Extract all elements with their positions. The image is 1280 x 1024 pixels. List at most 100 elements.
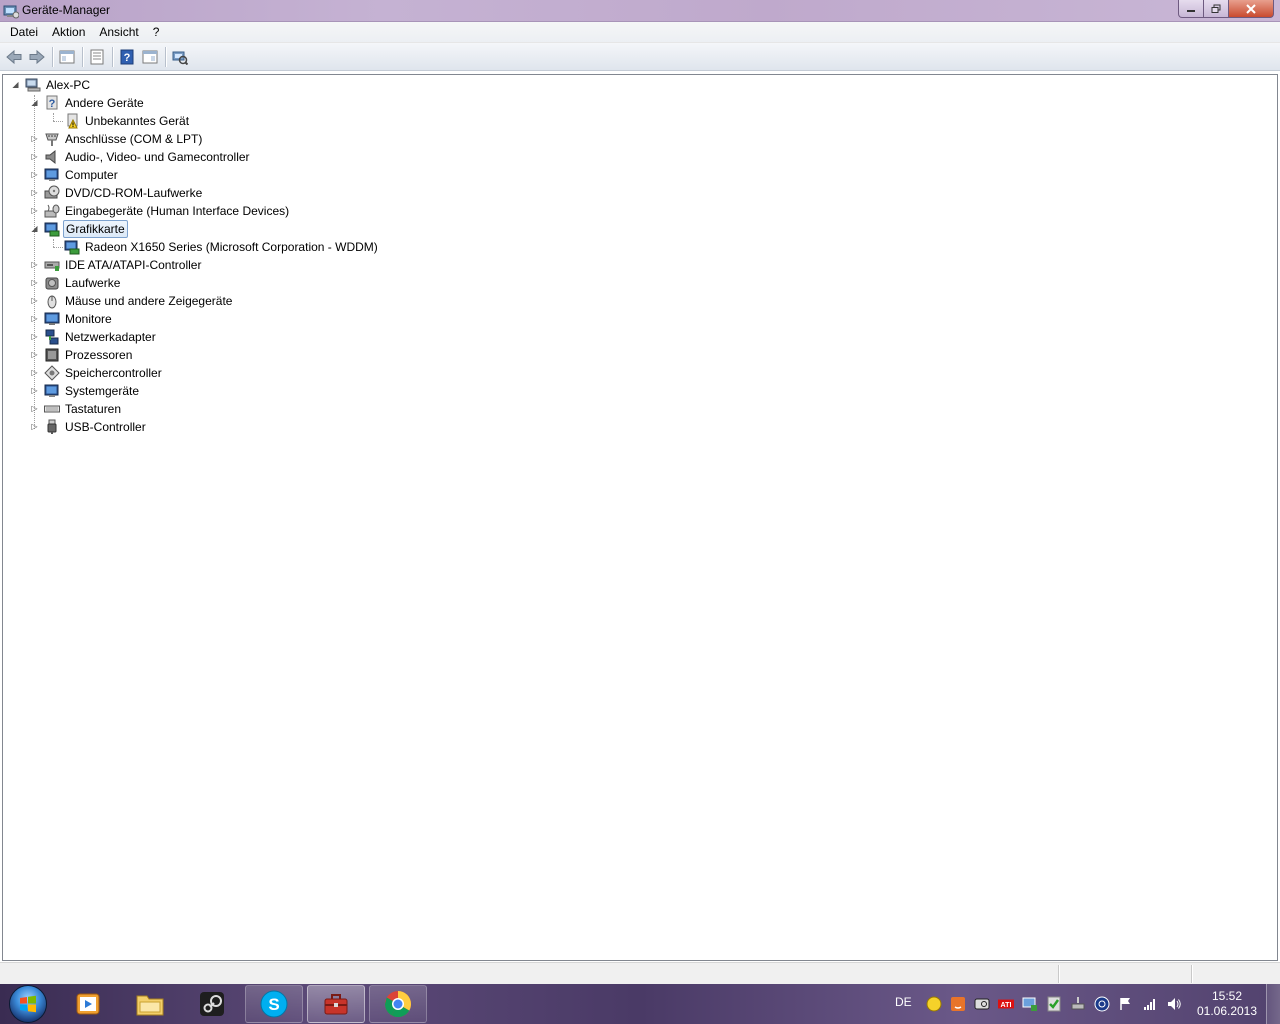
expand-triangle-icon[interactable]: ▷	[30, 350, 39, 359]
expand-triangle-icon[interactable]: ▷	[30, 152, 39, 161]
device-tree[interactable]: ◢ Alex-PC ◢ ? Andere Geräte Unbekanntes …	[2, 74, 1278, 961]
close-button[interactable]	[1229, 0, 1274, 18]
tree-node-keyboards[interactable]: ▷ Tastaturen	[30, 400, 123, 418]
tray-norton-icon[interactable]	[926, 996, 942, 1012]
properties-button[interactable]	[86, 46, 108, 68]
taskbar-clock[interactable]: 15:52 01.06.2013	[1195, 989, 1259, 1019]
menu-aktion[interactable]: Aktion	[45, 23, 92, 41]
show-action-pane-button[interactable]	[139, 46, 161, 68]
port-icon	[44, 131, 60, 147]
scan-hardware-button[interactable]	[169, 46, 191, 68]
tree-node-network[interactable]: ▷ Netzwerkadapter	[30, 328, 158, 346]
back-button[interactable]	[3, 46, 25, 68]
expand-triangle-icon[interactable]: ▷	[30, 296, 39, 305]
toolbar-separator	[82, 46, 83, 67]
tree-node-hid[interactable]: ▷ Eingabegeräte (Human Interface Devices…	[30, 202, 291, 220]
expand-triangle-icon[interactable]: ▷	[30, 134, 39, 143]
tree-node-computer[interactable]: ▷ Computer	[30, 166, 120, 184]
taskbar-explorer[interactable]	[121, 985, 179, 1023]
help-button[interactable]: ?	[116, 46, 138, 68]
start-button[interactable]	[4, 984, 52, 1024]
taskbar-chrome[interactable]	[369, 985, 427, 1023]
tree-node-storage-controllers[interactable]: ▷ Speichercontroller	[30, 364, 164, 382]
tree-node-ports[interactable]: ▷ Anschlüsse (COM & LPT)	[30, 130, 204, 148]
tray-bluetooth-icon[interactable]	[1094, 996, 1110, 1012]
forward-arrow-icon	[29, 49, 45, 64]
tray-network-icon[interactable]	[1142, 996, 1158, 1012]
show-desktop-button[interactable]	[1266, 984, 1280, 1024]
expand-triangle-icon[interactable]: ▷	[30, 314, 39, 323]
tree-node-monitors[interactable]: ▷ Monitore	[30, 310, 114, 328]
restore-icon	[1211, 4, 1221, 13]
taskbar-media-player[interactable]	[59, 985, 117, 1023]
clock-date: 01.06.2013	[1196, 1004, 1258, 1018]
expand-triangle-icon[interactable]: ▷	[30, 332, 39, 341]
collapse-triangle-icon[interactable]: ◢	[11, 80, 20, 89]
taskbar-skype[interactable]: S	[245, 985, 303, 1023]
tree-node-root[interactable]: ◢ Alex-PC	[11, 76, 92, 94]
tree-node-dvd[interactable]: ▷ DVD/CD-ROM-Laufwerke	[30, 184, 204, 202]
expand-triangle-icon[interactable]: ▷	[30, 368, 39, 377]
tree-node-processors[interactable]: ▷ Prozessoren	[30, 346, 134, 364]
expand-triangle-icon[interactable]: ▷	[30, 260, 39, 269]
tray-ati-icon[interactable]: ATI	[998, 996, 1014, 1012]
svg-text:ATI: ATI	[1001, 1001, 1012, 1009]
toolbar-separator	[112, 46, 113, 67]
console-tree-icon	[59, 50, 75, 63]
tree-node-other-devices[interactable]: ◢ ? Andere Geräte	[30, 94, 146, 112]
tree-node-usb[interactable]: ▷ USB-Controller	[30, 418, 148, 436]
minimize-button[interactable]	[1178, 0, 1204, 18]
menu-help[interactable]: ?	[146, 23, 167, 41]
collapse-triangle-icon[interactable]: ◢	[30, 98, 39, 107]
expand-triangle-icon[interactable]: ▷	[30, 188, 39, 197]
tree-label: IDE ATA/ATAPI-Controller	[65, 258, 202, 272]
forward-button[interactable]	[26, 46, 48, 68]
tree-node-mice[interactable]: ▷ Mäuse und andere Zeigegeräte	[30, 292, 234, 310]
tree-label: Systemgeräte	[65, 384, 140, 398]
expand-triangle-icon[interactable]: ▷	[30, 422, 39, 431]
expand-triangle-icon[interactable]: ▷	[30, 404, 39, 413]
restore-button[interactable]	[1204, 0, 1229, 18]
taskbar-device-manager[interactable]	[307, 985, 365, 1023]
tray-volume-icon[interactable]	[1166, 996, 1182, 1012]
language-indicator[interactable]: DE	[895, 995, 912, 1009]
tree-node-audio[interactable]: ▷ Audio-, Video- und Gamecontroller	[30, 148, 252, 166]
title-bar[interactable]: Geräte-Manager	[0, 0, 1280, 22]
processor-icon	[44, 347, 60, 363]
scan-hardware-icon	[172, 51, 188, 65]
status-bar	[0, 962, 1280, 984]
tray-action-center-flag-icon[interactable]	[1118, 996, 1134, 1012]
tray-display-icon[interactable]	[1022, 996, 1038, 1012]
expand-triangle-icon[interactable]: ▷	[30, 278, 39, 287]
expand-triangle-icon[interactable]: ▷	[30, 386, 39, 395]
tray-check-icon[interactable]	[1046, 996, 1062, 1012]
hid-icon	[44, 203, 60, 219]
menu-ansicht[interactable]: Ansicht	[92, 23, 145, 41]
menu-datei[interactable]: Datei	[3, 23, 45, 41]
computer-icon	[44, 167, 60, 183]
expand-triangle-icon[interactable]: ▷	[30, 206, 39, 215]
close-icon	[1246, 3, 1256, 14]
collapse-triangle-icon[interactable]: ◢	[30, 224, 39, 233]
tray-steam-icon[interactable]	[974, 996, 990, 1012]
tree-node-display-adapters[interactable]: ◢ Grafikkarte	[30, 220, 128, 238]
show-console-tree-button[interactable]	[56, 46, 78, 68]
network-adapter-icon	[44, 329, 60, 345]
expand-triangle-icon[interactable]: ▷	[30, 170, 39, 179]
tray-safely-remove-icon[interactable]	[1070, 996, 1086, 1012]
taskbar-steam[interactable]	[183, 985, 241, 1023]
tree-label: Audio-, Video- und Gamecontroller	[65, 150, 250, 164]
tree-node-disk-drives[interactable]: ▷ Laufwerke	[30, 274, 122, 292]
device-manager-app-icon[interactable]	[3, 3, 20, 19]
tree-label: Prozessoren	[65, 348, 133, 362]
tree-label: Mäuse und andere Zeigegeräte	[65, 294, 233, 308]
tree-node-ide[interactable]: ▷ IDE ATA/ATAPI-Controller	[30, 256, 203, 274]
tree-node-unknown-device[interactable]: Unbekanntes Gerät	[64, 112, 191, 130]
toolbar-separator	[165, 46, 166, 67]
tree-node-radeon[interactable]: Radeon X1650 Series (Microsoft Corporati…	[64, 238, 380, 256]
tree-node-system-devices[interactable]: ▷ Systemgeräte	[30, 382, 141, 400]
storage-controller-icon	[44, 365, 60, 381]
tree-label: Monitore	[65, 312, 112, 326]
tray-java-icon[interactable]	[950, 996, 966, 1012]
tree-label: Anschlüsse (COM & LPT)	[65, 132, 203, 146]
